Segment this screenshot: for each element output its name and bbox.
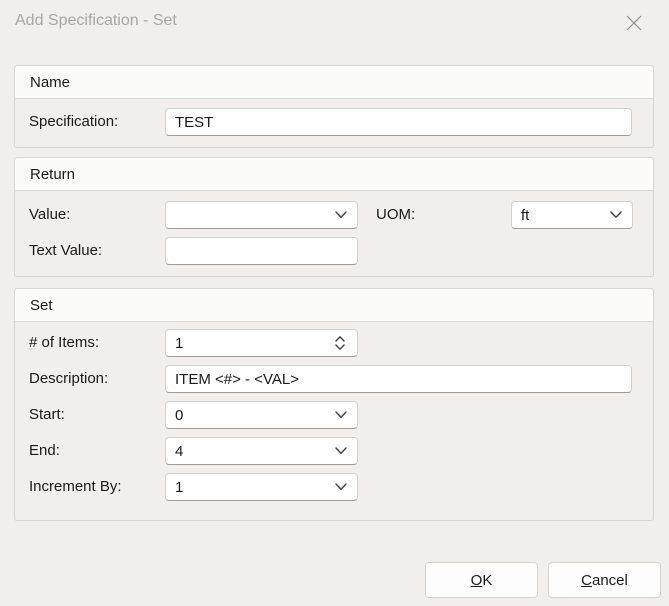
name-section-header: Name: [15, 66, 653, 99]
return-section-header: Return: [15, 158, 653, 191]
close-icon: [625, 14, 643, 32]
description-input[interactable]: [165, 365, 632, 393]
increment-by-dropdown[interactable]: 1: [165, 473, 358, 501]
ok-button[interactable]: OK: [425, 562, 538, 598]
end-label: End:: [29, 437, 60, 465]
end-dropdown[interactable]: 4: [165, 437, 358, 465]
uom-dropdown[interactable]: ft: [511, 201, 633, 229]
text-value-label: Text Value:: [29, 237, 102, 265]
chevron-down-icon: [335, 411, 347, 419]
ok-button-label: OK: [471, 572, 493, 589]
num-items-label: # of Items:: [29, 329, 99, 357]
chevron-down-icon: [335, 447, 347, 455]
start-dropdown[interactable]: 0: [165, 401, 358, 429]
specification-input[interactable]: [165, 108, 632, 136]
close-button[interactable]: [617, 6, 651, 40]
chevron-down-icon: [335, 483, 347, 491]
dialog-title: Add Specification - Set: [15, 12, 177, 30]
chevron-down-icon: [610, 211, 622, 219]
num-items-value: 1: [175, 335, 183, 352]
uom-dropdown-selected: ft: [521, 207, 529, 224]
start-label: Start:: [29, 401, 65, 429]
value-dropdown[interactable]: [165, 201, 358, 229]
cancel-button-label: Cancel: [581, 572, 628, 589]
end-dropdown-selected: 4: [175, 443, 183, 460]
increment-by-dropdown-selected: 1: [175, 479, 183, 496]
set-section-header: Set: [15, 289, 653, 322]
text-value-input[interactable]: [165, 237, 358, 265]
increment-by-label: Increment By:: [29, 473, 122, 501]
set-section: Set # of Items: 1 Description: Start: 0 …: [14, 288, 654, 521]
add-specification-dialog: Add Specification - Set Name Specificati…: [0, 0, 669, 606]
name-section: Name Specification:: [14, 65, 654, 148]
spinner-updown-icon[interactable]: [333, 334, 347, 352]
num-items-spinner[interactable]: 1: [165, 329, 358, 357]
chevron-down-icon: [335, 211, 347, 219]
uom-label: UOM:: [376, 201, 415, 229]
specification-label: Specification:: [29, 108, 118, 136]
cancel-button[interactable]: Cancel: [548, 562, 661, 598]
start-dropdown-selected: 0: [175, 407, 183, 424]
return-section: Return Value: UOM: ft Text Value:: [14, 157, 654, 277]
description-label: Description:: [29, 365, 108, 393]
value-label: Value:: [29, 201, 70, 229]
